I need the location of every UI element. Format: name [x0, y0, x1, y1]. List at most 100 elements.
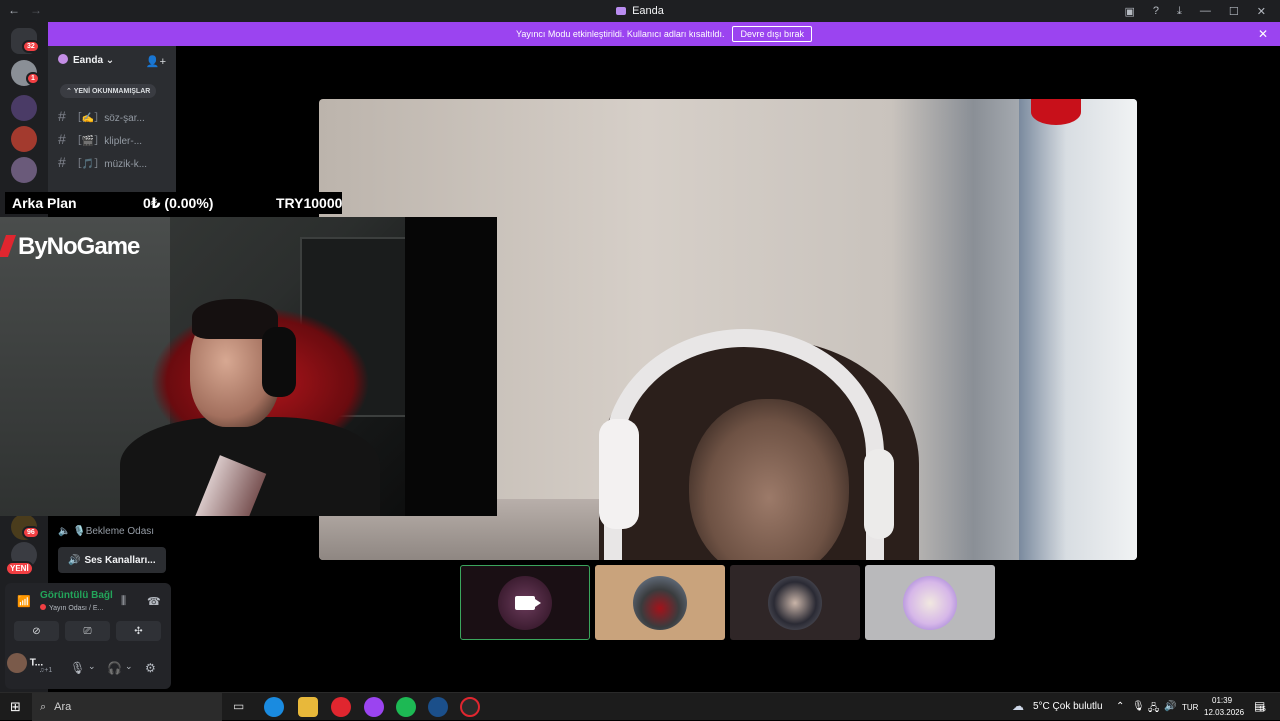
file-explorer-icon[interactable] [298, 697, 318, 717]
chevron-down-icon[interactable]: ⌄ [88, 661, 96, 672]
download-icon[interactable]: ⤓ [1177, 5, 1182, 18]
participant-tile[interactable] [595, 565, 725, 640]
windows-taskbar: ⊞ ⌕ Ara ▭ ☁ 5°C Çok bulutlu ⌃ 🎙 🖧 🔊 TUR … [0, 692, 1280, 720]
chevron-down-icon[interactable]: ⌄ [125, 661, 133, 672]
weather-text[interactable]: 5°C Çok bulutlu [1033, 701, 1103, 712]
microphone-icon[interactable]: 🎙 [70, 661, 85, 675]
mention-badge: 32 [22, 40, 40, 53]
signal-icon: 📶 [17, 595, 31, 608]
channel-sidebar: Eanda ⌄ 👤+ ⌃ YENİ OKUNMAMIŞLAR #［✍️］söz-… [48, 46, 176, 192]
channel-item[interactable]: #［🎬］klipler-... [58, 131, 142, 147]
new-badge: YENİ [5, 561, 34, 576]
window-title: Eanda [0, 5, 1280, 17]
webcam-shadow [405, 217, 497, 516]
microphone-icon[interactable]: 🎙 [1132, 701, 1145, 712]
window-curtain [1019, 99, 1137, 560]
headphone-cup [599, 419, 639, 529]
screen-share-button[interactable]: ⎚ [65, 621, 110, 641]
disable-streamer-mode-button[interactable]: Devre dışı bırak [732, 26, 812, 42]
mention-badge: 1 [26, 72, 40, 85]
voice-status[interactable]: Görüntülü Bağl [40, 590, 113, 601]
chevron-up-icon: ⌃ [66, 88, 72, 95]
avatar [633, 576, 687, 630]
user-status: ♫+1 [39, 667, 52, 674]
goal-label: Arka Plan [12, 195, 77, 211]
steam-icon[interactable] [428, 697, 448, 717]
search-icon: ⌕ [40, 701, 46, 714]
server-header[interactable]: Eanda ⌄ [58, 54, 114, 66]
close-window-button[interactable]: ✕ [1257, 5, 1266, 18]
live-dot [40, 604, 46, 610]
inbox-icon[interactable]: ▣ [1125, 5, 1135, 18]
camera-icon [515, 596, 535, 610]
new-unreads-pill[interactable]: ⌃ YENİ OKUNMAMIŞLAR [60, 84, 156, 98]
disconnect-icon[interactable]: ☎ [147, 595, 161, 608]
avatar [903, 576, 957, 630]
settings-gear-icon[interactable]: ⚙ [145, 661, 156, 675]
clock-date[interactable]: 12.03.2026 [1204, 708, 1244, 717]
windows-start-icon[interactable]: ⊞ [10, 699, 21, 715]
voice-channel-name[interactable]: Yayın Odası / E... [40, 604, 103, 612]
participant-tiles [460, 565, 995, 640]
cloud-icon: ☁ [1012, 699, 1024, 713]
hash-icon: # [58, 131, 66, 147]
headphones-icon[interactable]: 🎧 [107, 661, 122, 675]
taskbar-search[interactable]: ⌕ Ara [32, 693, 222, 721]
spotify-icon[interactable] [396, 697, 416, 717]
server-icon[interactable] [11, 95, 37, 121]
goal-target: TRY10000 [276, 195, 342, 211]
balloon [1031, 99, 1081, 125]
task-view-icon[interactable]: ▭ [233, 699, 244, 713]
streamer-webcam [0, 217, 497, 516]
edge-browser-icon[interactable] [264, 697, 284, 717]
participant-tile[interactable] [460, 565, 590, 640]
hash-icon: # [58, 108, 66, 124]
server-icon[interactable] [11, 126, 37, 152]
minimize-button[interactable]: — [1200, 5, 1211, 17]
title-bar: ← → Eanda ▣ ? ⤓ — ☐ ✕ [0, 0, 1280, 22]
server-logo-icon [616, 7, 626, 15]
discord-app-icon[interactable] [364, 697, 384, 717]
user-panel[interactable]: T... ♫+1 [7, 653, 43, 673]
maximize-button[interactable]: ☐ [1229, 5, 1239, 18]
mention-badge: 96 [22, 526, 40, 539]
speaker-icon: 🔊 [68, 555, 80, 566]
chevron-down-icon: ⌄ [106, 55, 114, 66]
search-placeholder: Ara [54, 701, 71, 713]
hash-icon: # [58, 154, 66, 170]
opera-browser-icon[interactable] [331, 697, 351, 717]
language-indicator[interactable]: TUR [1182, 703, 1198, 712]
goal-progress: 0₺ (0.00%) [143, 195, 213, 212]
streamer-mode-banner: Yayıncı Modu etkinleştirildi. Kullanıcı … [48, 22, 1280, 46]
clock-time[interactable]: 01:39 [1212, 696, 1232, 705]
camera-toggle-button[interactable]: ⊘ [14, 621, 59, 641]
avatar [7, 653, 27, 673]
noise-suppression-icon[interactable]: ⫼ [121, 595, 126, 608]
show-hidden-icons[interactable]: ⌃ [1116, 701, 1124, 712]
headphone-cup [864, 449, 894, 539]
banner-message: Yayıncı Modu etkinleştirildi. Kullanıcı … [516, 29, 724, 39]
channel-item[interactable]: #［✍️］söz-şar... [58, 108, 145, 124]
participant-tile[interactable] [865, 565, 995, 640]
waiting-room-channel[interactable]: 🔈 🎙️Bekleme Odası [58, 526, 154, 537]
volume-icon[interactable]: 🔊 [1164, 701, 1176, 712]
window-controls: ▣ ? ⤓ — ☐ ✕ [1125, 0, 1280, 22]
close-icon[interactable]: ✕ [1258, 27, 1268, 41]
help-icon[interactable]: ? [1153, 5, 1159, 17]
voice-channels-button[interactable]: 🔊Ses Kanalları... [58, 547, 166, 573]
obs-studio-icon[interactable] [460, 697, 480, 717]
donation-goal-bar: Arka Plan 0₺ (0.00%) TRY10000 [5, 192, 342, 214]
speaker-icon: 🔈 [58, 526, 70, 537]
server-icon[interactable] [11, 157, 37, 183]
server-avatar-icon [58, 54, 68, 64]
channel-item[interactable]: #［🎵］müzik-k... [58, 154, 147, 170]
brand-logo: ByNoGame [2, 233, 139, 261]
invite-people-icon[interactable]: 👤+ [146, 55, 166, 68]
activities-button[interactable]: ✣ [116, 621, 161, 641]
streamer-headphones [262, 327, 296, 397]
notification-count: 15 [1259, 707, 1266, 713]
brand-mark-icon [0, 235, 16, 257]
participant-tile[interactable] [730, 565, 860, 640]
network-icon[interactable]: 🖧 [1148, 701, 1159, 718]
avatar [768, 576, 822, 630]
